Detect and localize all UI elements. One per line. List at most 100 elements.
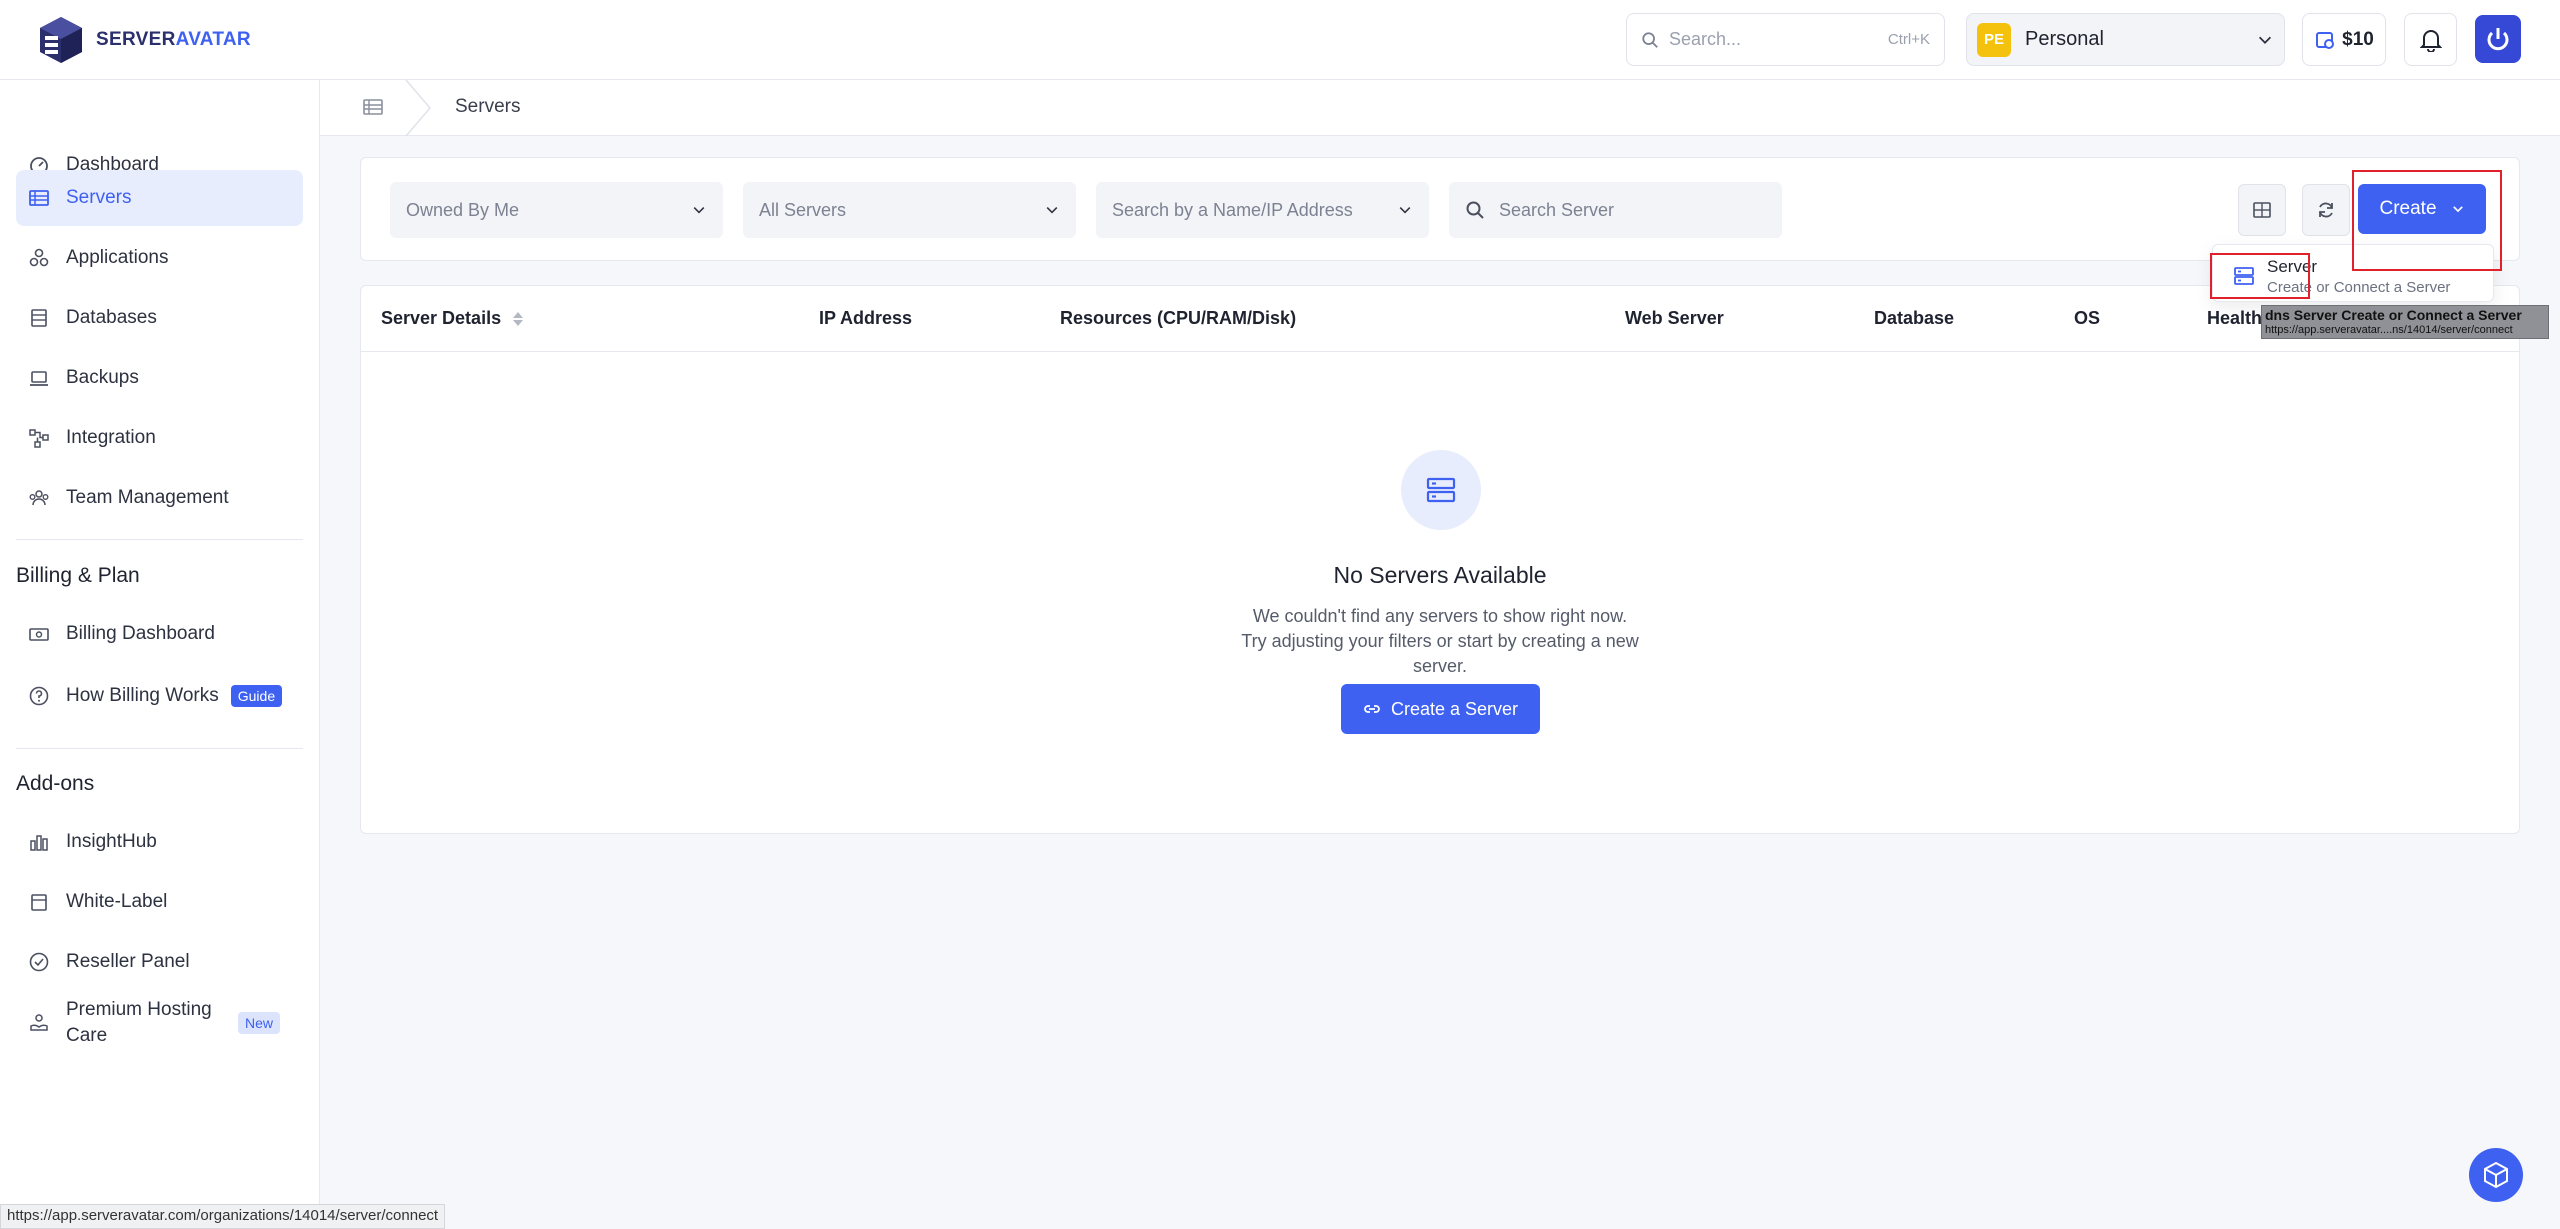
empty-state-icon [1401, 450, 1481, 530]
sidebar: Dashboard Servers Applications Databases… [0, 80, 320, 1229]
sidebar-item-label: Reseller Panel [66, 951, 190, 972]
server-search-placeholder: Search Server [1499, 199, 1615, 220]
name-ip-search-select[interactable]: Search by a Name/IP Address [1096, 182, 1429, 238]
label-icon [31, 894, 47, 911]
integration-icon [29, 429, 49, 448]
search-icon [1642, 31, 1658, 48]
chevron-down-icon [2258, 36, 2272, 44]
sort-icon [513, 312, 524, 327]
chevron-down-icon [1046, 207, 1058, 214]
server-icon [1426, 477, 1456, 503]
table-icon[interactable] [362, 96, 384, 118]
global-search-input[interactable]: Search... Ctrl+K [1626, 13, 1945, 66]
server-search-input[interactable]: Search Server [1449, 182, 1782, 238]
sidebar-divider [16, 748, 303, 749]
filter-bar: Owned By Me All Servers Search by a Name… [360, 157, 2520, 261]
column-header-database: Database [1874, 308, 1955, 328]
owner-filter-value: Owned By Me [406, 199, 520, 220]
sidebar-item-integration[interactable]: Integration [16, 410, 303, 466]
notifications-button[interactable] [2404, 13, 2457, 66]
chart-bars-icon [30, 835, 48, 851]
sidebar-item-databases[interactable]: Databases [16, 290, 303, 346]
grid-view-button[interactable] [2238, 184, 2286, 236]
sidebar-item-label: Servers [66, 187, 132, 208]
addons-section-title: Add-ons [16, 772, 95, 795]
sidebar-item-insighthub[interactable]: InsightHub [16, 814, 303, 870]
column-header-ip-address: IP Address [819, 308, 913, 328]
apps-icon [29, 248, 49, 267]
highlight-create-button [2352, 170, 2502, 271]
sidebar-item-premium-hosting-care[interactable]: Premium Hosting Care New [16, 994, 303, 1052]
tooltip-title: dns Server Create or Connect a Server [2265, 307, 2522, 323]
search-icon [1466, 201, 1484, 219]
sidebar-item-servers[interactable]: Servers [16, 170, 303, 226]
column-header-web-server: Web Server [1625, 308, 1724, 328]
column-header-os: OS [2074, 308, 2101, 328]
servers-table: Server Details IP Address Resources (CPU… [360, 285, 2520, 834]
logo[interactable]: SERVERAVATAR [36, 14, 251, 66]
link-icon [1364, 705, 1380, 713]
highlight-server-menu-item [2210, 253, 2310, 299]
top-header: SERVERAVATAR Search... Ctrl+K PE Persona… [0, 0, 2560, 80]
chevron-down-icon [693, 207, 705, 214]
sidebar-divider [16, 539, 303, 540]
backup-icon [30, 371, 48, 386]
bell-icon [2419, 29, 2442, 52]
credit-amount: $10 [2342, 28, 2374, 50]
sidebar-item-backups[interactable]: Backups [16, 350, 303, 406]
refresh-icon [2319, 202, 2333, 218]
new-badge: New [238, 1012, 281, 1034]
logo-icon [40, 17, 82, 63]
tooltip-url: https://app.serveravatar....ns/14014/ser… [2265, 324, 2513, 336]
help-circle-icon [29, 686, 49, 706]
check-circle-icon [29, 952, 49, 972]
workspace-name: Personal [2025, 28, 2104, 50]
sidebar-item-label: How Billing Works [66, 685, 219, 706]
breadcrumb: Servers [320, 80, 2560, 136]
sidebar-item-reseller-panel[interactable]: Reseller Panel [16, 934, 303, 990]
create-server-label: Create a Server [1390, 698, 1519, 719]
chevron-down-icon [1399, 207, 1411, 214]
billing-icon [29, 628, 49, 641]
sidebar-item-white-label[interactable]: White-Label [16, 874, 303, 930]
sidebar-item-label: Billing Dashboard [66, 623, 215, 644]
owner-filter-select[interactable]: Owned By Me [390, 182, 723, 238]
billing-section-title: Billing & Plan [16, 564, 140, 587]
column-header-health: Health [2207, 308, 2263, 328]
sidebar-item-label: White-Label [66, 891, 168, 912]
sidebar-item-label: Backups [66, 367, 139, 388]
sidebar-item-team-management[interactable]: Team Management [16, 470, 303, 526]
workspace-badge: PE [1977, 22, 2011, 57]
name-ip-search-value: Search by a Name/IP Address [1112, 199, 1353, 220]
server-type-filter-value: All Servers [759, 199, 847, 220]
logo-text: SERVERAVATAR [96, 29, 251, 50]
search-placeholder: Search... [1669, 29, 1742, 49]
breadcrumb-separator [405, 80, 431, 136]
sidebar-item-how-billing-works[interactable]: How Billing Works Guide [16, 668, 303, 724]
database-icon [31, 309, 47, 327]
sidebar-item-label: Databases [66, 307, 157, 328]
wallet-icon [2316, 31, 2335, 49]
sidebar-item-label: Premium Hosting Care [66, 999, 212, 1046]
column-header-server-details[interactable]: Server Details [381, 308, 524, 329]
user-avatar[interactable] [2475, 15, 2521, 63]
sidebar-item-billing-dashboard[interactable]: Billing Dashboard [16, 606, 303, 662]
server-list-icon [29, 190, 49, 206]
create-server-button[interactable]: Create a Server [1341, 684, 1540, 734]
refresh-button[interactable] [2302, 184, 2350, 236]
team-icon [29, 490, 49, 506]
sidebar-item-label: Applications [66, 247, 169, 268]
link-tooltip: dns Server Create or Connect a Server ht… [2261, 305, 2549, 339]
sidebar-item-label: InsightHub [66, 831, 157, 852]
table-header: Server Details IP Address Resources (CPU… [361, 286, 2519, 352]
power-icon [2487, 28, 2509, 51]
care-icon [30, 1014, 48, 1031]
sidebar-item-applications[interactable]: Applications [16, 230, 303, 286]
sidebar-item-label: Team Management [66, 487, 229, 508]
breadcrumb-current: Servers [455, 96, 521, 117]
workspace-selector[interactable]: PE Personal [1966, 13, 2285, 66]
chat-support-button[interactable] [2469, 1148, 2523, 1202]
column-header-resources: Resources (CPU/RAM/Disk) [1060, 308, 1297, 328]
credit-balance-button[interactable]: $10 [2302, 13, 2386, 66]
server-type-filter-select[interactable]: All Servers [743, 182, 1076, 238]
